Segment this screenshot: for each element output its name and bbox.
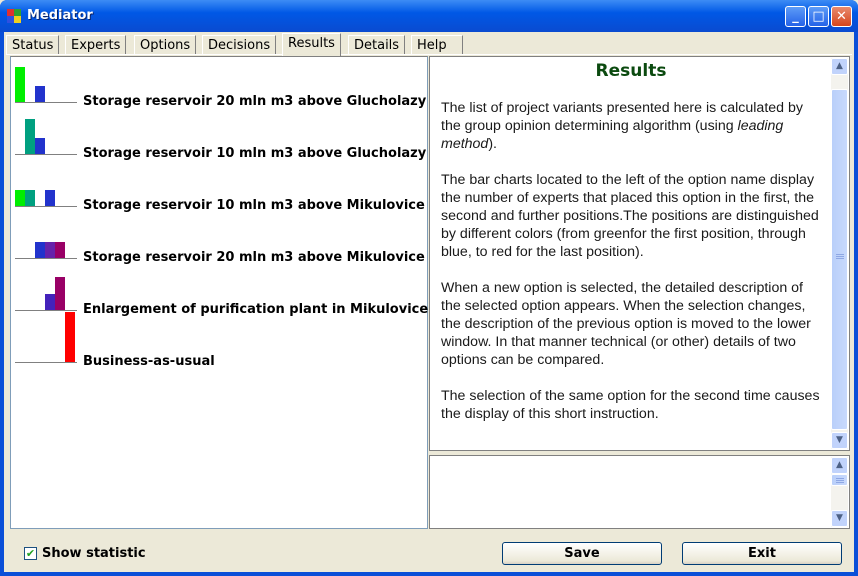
scroll-up-button[interactable]: ▲ [831, 58, 848, 75]
client-area: Status Experts Options Decisions Results… [4, 32, 854, 572]
tab-details[interactable]: Details [348, 35, 406, 55]
position-bar-chart [15, 223, 77, 275]
option-label: Storage reservoir 10 mln m3 above Glucho… [83, 146, 427, 161]
list-item[interactable]: Storage reservoir 10 mln m3 above Glucho… [11, 119, 427, 171]
close-icon: ✕ [836, 9, 847, 24]
list-item[interactable]: Business-as-usual [11, 312, 427, 379]
tab-help[interactable]: Help [411, 35, 463, 55]
results-description-pane[interactable]: Results The list of project variants pre… [429, 56, 850, 451]
option-label: Enlargement of purification plant in Mik… [83, 302, 429, 317]
bar-fourth-position [45, 242, 55, 258]
position-bar-chart [15, 171, 77, 223]
scroll-down-button[interactable]: ▼ [831, 432, 848, 449]
save-button[interactable]: Save [502, 542, 662, 565]
chart-baseline [15, 362, 77, 363]
tab-status[interactable]: Status [6, 35, 60, 55]
previous-option-detail-pane[interactable]: ▲ ▼ [429, 455, 850, 529]
grip-line [836, 482, 844, 483]
show-statistic-checkbox[interactable]: ✔ [24, 547, 37, 560]
list-item[interactable]: Storage reservoir 20 mln m3 above Glucho… [11, 67, 427, 119]
chart-baseline [15, 206, 77, 207]
grip-line [836, 256, 844, 257]
tab-options[interactable]: Options [134, 35, 197, 55]
bar-second-position [25, 190, 35, 206]
window-frame-right [854, 32, 858, 576]
checkmark-icon: ✔ [25, 547, 36, 560]
position-bar-chart [15, 67, 77, 119]
bar-last-position [65, 312, 75, 362]
exit-button[interactable]: Exit [682, 542, 842, 565]
arrow-up-icon: ▲ [836, 460, 843, 470]
footer-bar: ✔ Show statistic Save Exit [4, 532, 854, 572]
bar-fifth-position [55, 277, 65, 310]
scroll-down-button[interactable]: ▼ [831, 510, 848, 527]
grip-line [836, 254, 844, 255]
scroll-thumb[interactable] [831, 89, 848, 430]
close-button[interactable]: ✕ [831, 6, 852, 27]
results-scrollbar[interactable]: ▲ ▼ [831, 58, 848, 449]
list-item[interactable]: Storage reservoir 10 mln m3 above Mikulo… [11, 171, 427, 223]
arrow-down-icon: ▼ [836, 513, 843, 523]
arrow-down-icon: ▼ [836, 435, 843, 445]
options-ranking-list[interactable]: Storage reservoir 20 mln m3 above Glucho… [10, 56, 428, 529]
list-item[interactable]: Storage reservoir 20 mln m3 above Mikulo… [11, 223, 427, 275]
minimize-button[interactable]: _ [785, 6, 806, 27]
window-frame-bottom [0, 572, 858, 576]
title-bar[interactable]: Mediator _ □ ✕ [0, 0, 858, 32]
show-statistic-label[interactable]: Show statistic [42, 546, 146, 561]
results-instructions: The list of project variants presented h… [441, 99, 821, 441]
option-label: Storage reservoir 20 mln m3 above Mikulo… [83, 250, 425, 265]
window-title: Mediator [27, 8, 93, 23]
chart-baseline [15, 310, 77, 311]
bar-first-position [15, 67, 25, 102]
bar-third-position [35, 242, 45, 258]
grip-line [836, 480, 844, 481]
chart-baseline [15, 102, 77, 103]
option-label: Storage reservoir 10 mln m3 above Mikulo… [83, 198, 425, 213]
tab-strip: Status Experts Options Decisions Results… [6, 33, 854, 56]
detail-scrollbar[interactable]: ▲ ▼ [831, 457, 848, 527]
tab-decisions[interactable]: Decisions [202, 35, 277, 55]
app-icon [7, 9, 21, 23]
option-label: Storage reservoir 20 mln m3 above Glucho… [83, 94, 427, 109]
tab-experts[interactable]: Experts [65, 35, 127, 55]
grip-line [836, 258, 844, 259]
bar-fourth-position [45, 190, 55, 206]
position-bar-chart [15, 119, 77, 171]
bar-fifth-position [55, 242, 65, 258]
bar-third-position [35, 86, 45, 102]
chart-baseline [15, 258, 77, 259]
bar-first-position [15, 190, 25, 206]
chart-baseline [15, 154, 77, 155]
grip-line [836, 478, 844, 479]
maximize-icon: □ [812, 9, 825, 24]
maximize-button[interactable]: □ [808, 6, 829, 27]
bar-fourth-position [45, 294, 55, 310]
instructions-paragraph-2: The bar charts located to the left of th… [441, 172, 819, 260]
instructions-paragraph-3: When a new option is selected, the detai… [441, 280, 811, 368]
instructions-paragraph-1: The list of project variants presented h… [441, 100, 803, 152]
bar-third-position [35, 138, 45, 154]
tab-results[interactable]: Results [282, 33, 341, 56]
minimize-icon: _ [792, 9, 799, 24]
application-window: Mediator _ □ ✕ Status Experts Options De… [0, 0, 858, 576]
position-bar-chart [15, 312, 77, 379]
arrow-up-icon: ▲ [836, 61, 843, 71]
bar-second-position [25, 119, 35, 154]
scroll-thumb[interactable] [831, 474, 848, 486]
instructions-paragraph-4: The selection of the same option for the… [441, 388, 820, 422]
scroll-up-button[interactable]: ▲ [831, 457, 848, 474]
option-label: Business-as-usual [83, 354, 215, 369]
results-heading: Results [595, 61, 667, 81]
tab-separator [6, 54, 852, 55]
